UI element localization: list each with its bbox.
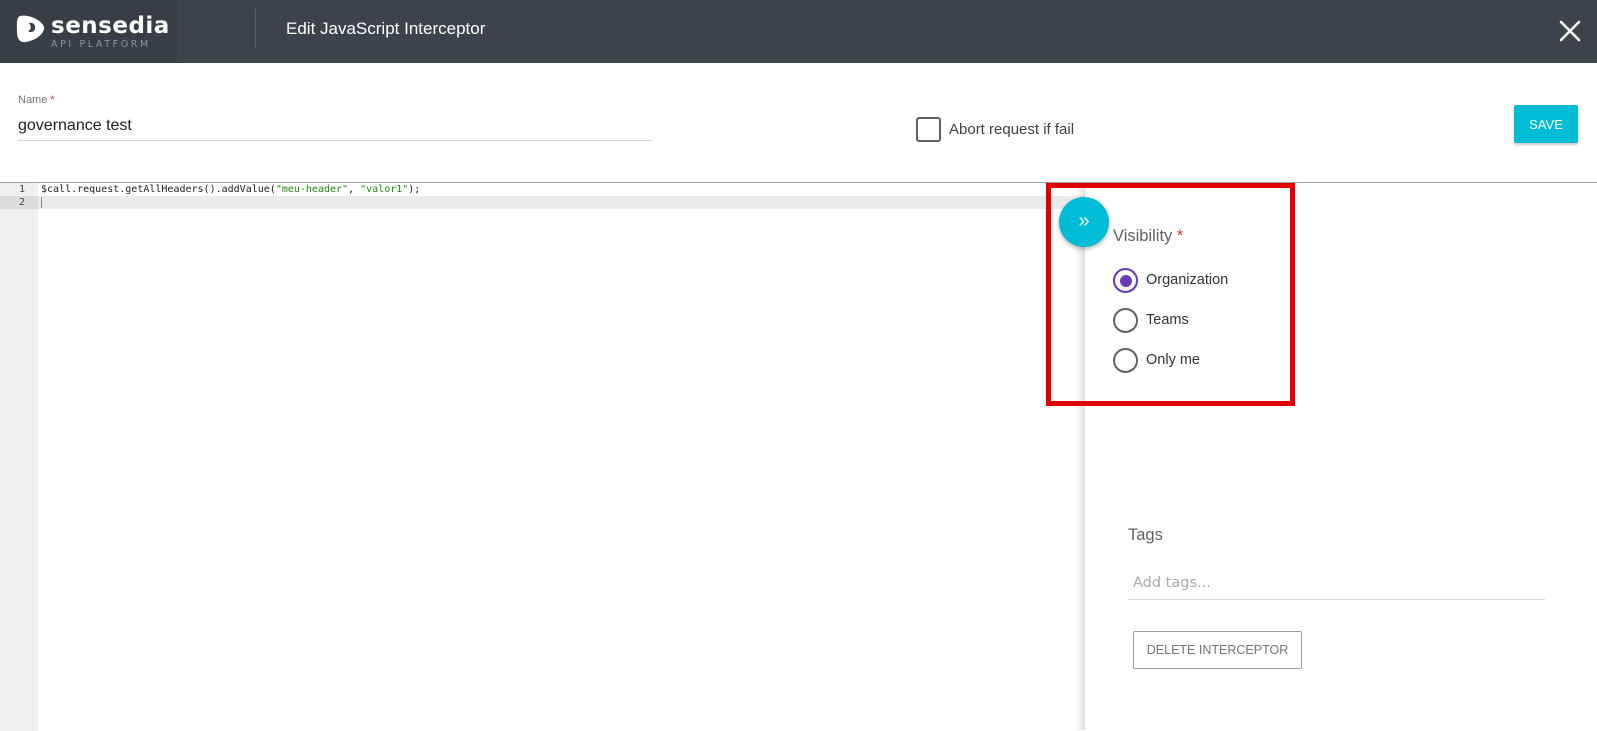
code-token: $call.request.getAllHeaders().addValue( (41, 184, 276, 195)
logo: sensedia API PLATFORM (0, 0, 177, 63)
abort-request-checkbox[interactable] (916, 117, 941, 142)
visibility-label-text: Visibility (1113, 227, 1173, 245)
abort-request-label: Abort request if fail (949, 121, 1075, 138)
logo-subtitle: API PLATFORM (51, 39, 151, 50)
logo-name: sensedia (51, 13, 170, 39)
required-marker: * (1176, 227, 1184, 245)
visibility-label: Visibility * (1113, 227, 1183, 246)
tags-input[interactable] (1128, 566, 1545, 600)
side-panel-shadow (1075, 183, 1085, 730)
tags-label: Tags (1128, 526, 1163, 544)
close-button[interactable] (1555, 16, 1585, 46)
radio-button[interactable] (1113, 348, 1138, 373)
radio-label: Teams (1146, 312, 1189, 328)
code-line-active[interactable]: 2 (0, 196, 1085, 209)
code-token: ); (408, 184, 421, 195)
double-chevron-right-icon: » (1078, 210, 1090, 232)
radio-label: Organization (1146, 272, 1229, 288)
code-editor[interactable]: 1 $call.request.getAllHeaders().addValue… (0, 182, 1085, 731)
line-gutter (0, 183, 38, 731)
radio-label: Only me (1146, 352, 1200, 368)
name-label: Name * (18, 94, 55, 106)
name-label-text: Name (18, 94, 48, 106)
delete-interceptor-button[interactable]: DELETE INTERCEPTOR (1133, 631, 1302, 669)
collapse-panel-button[interactable]: » (1059, 197, 1109, 247)
code-token: , (348, 184, 361, 195)
text-cursor (41, 197, 42, 208)
code-string: "valor1" (360, 184, 409, 195)
line-number: 1 (18, 184, 25, 195)
name-input[interactable] (18, 111, 653, 141)
code-line[interactable]: 1 $call.request.getAllHeaders().addValue… (0, 183, 1085, 196)
required-marker: * (50, 94, 55, 106)
line-number: 2 (0, 196, 38, 209)
radio-button-checked[interactable] (1113, 268, 1138, 293)
code-string: "meu-header" (275, 184, 349, 195)
save-button[interactable]: SAVE (1514, 105, 1578, 143)
sensedia-logo-icon (16, 15, 45, 43)
header-divider (255, 9, 256, 49)
code-text: $call.request.getAllHeaders().addValue("… (41, 183, 420, 196)
top-bar: sensedia API PLATFORM Edit JavaScript In… (0, 0, 1597, 63)
radio-button[interactable] (1113, 308, 1138, 333)
close-icon (1559, 20, 1581, 42)
page-title: Edit JavaScript Interceptor (286, 19, 486, 38)
